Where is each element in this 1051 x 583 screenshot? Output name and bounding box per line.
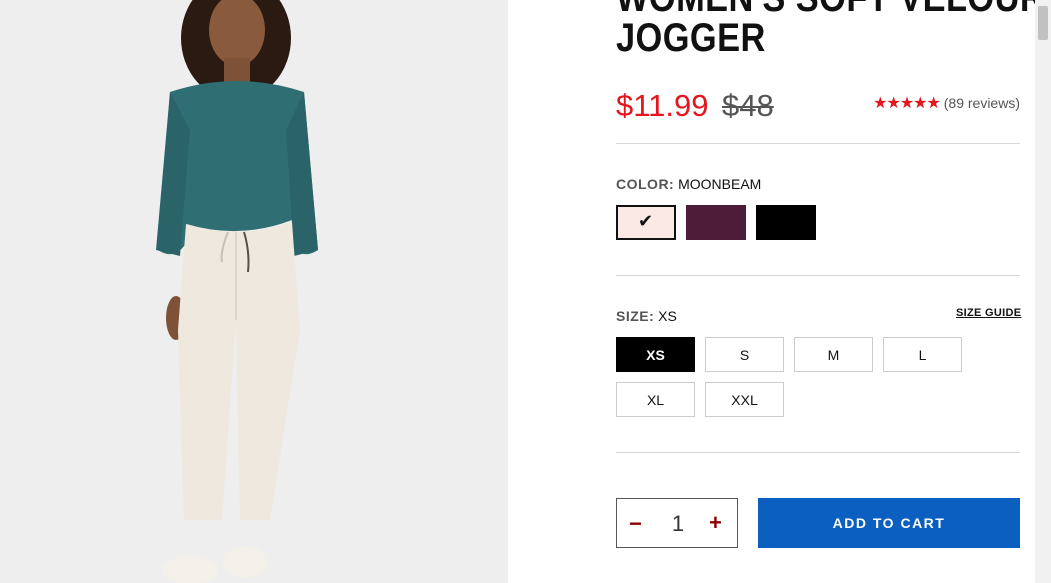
- color-swatch-moonbeam[interactable]: ✔: [616, 205, 676, 240]
- plus-icon[interactable]: +: [709, 510, 722, 536]
- minus-icon[interactable]: −: [629, 511, 642, 537]
- color-swatch-black[interactable]: [756, 205, 816, 240]
- review-count[interactable]: (89 reviews): [944, 95, 1020, 111]
- scrollbar-thumb[interactable]: [1038, 6, 1048, 40]
- color-swatch-plum[interactable]: [686, 205, 746, 240]
- original-price: $48: [722, 88, 774, 123]
- size-option-xl[interactable]: XL: [616, 382, 695, 417]
- size-guide-link[interactable]: SIZE GUIDE: [956, 307, 1021, 319]
- product-title: WOMEN'S SOFT VELOUR JOGGER: [616, 0, 1045, 60]
- color-label: COLOR:: [616, 176, 675, 192]
- color-selected-value: MOONBEAM: [678, 176, 762, 192]
- checkmark-icon: ✔: [638, 211, 654, 231]
- product-title-line2: JOGGER: [616, 16, 766, 60]
- size-option-s[interactable]: S: [705, 337, 784, 372]
- divider: [616, 452, 1020, 453]
- size-option-xs[interactable]: XS: [616, 337, 695, 372]
- quantity-input[interactable]: 1: [667, 511, 689, 537]
- price-row: $11.99 $48 ★★★★★ (89 reviews): [616, 88, 1020, 126]
- size-selected-value: XS: [658, 308, 677, 324]
- add-to-cart-button[interactable]: ADD TO CART: [758, 498, 1020, 548]
- sale-price: $11.99: [616, 88, 709, 123]
- scrollbar[interactable]: [1035, 0, 1051, 583]
- size-label-row: SIZE: XS: [616, 308, 677, 324]
- size-option-l[interactable]: L: [883, 337, 962, 372]
- quantity-stepper: − 1 +: [616, 498, 738, 548]
- color-label-row: COLOR: MOONBEAM: [616, 176, 761, 192]
- rating[interactable]: ★★★★★ (89 reviews): [873, 93, 1020, 113]
- model-photo: [0, 0, 508, 583]
- star-icons: ★★★★★: [873, 95, 941, 112]
- divider: [616, 143, 1020, 144]
- product-image[interactable]: [0, 0, 508, 583]
- size-option-xxl[interactable]: XXL: [705, 382, 784, 417]
- divider: [616, 275, 1020, 276]
- size-option-m[interactable]: M: [794, 337, 873, 372]
- size-label: SIZE:: [616, 308, 655, 324]
